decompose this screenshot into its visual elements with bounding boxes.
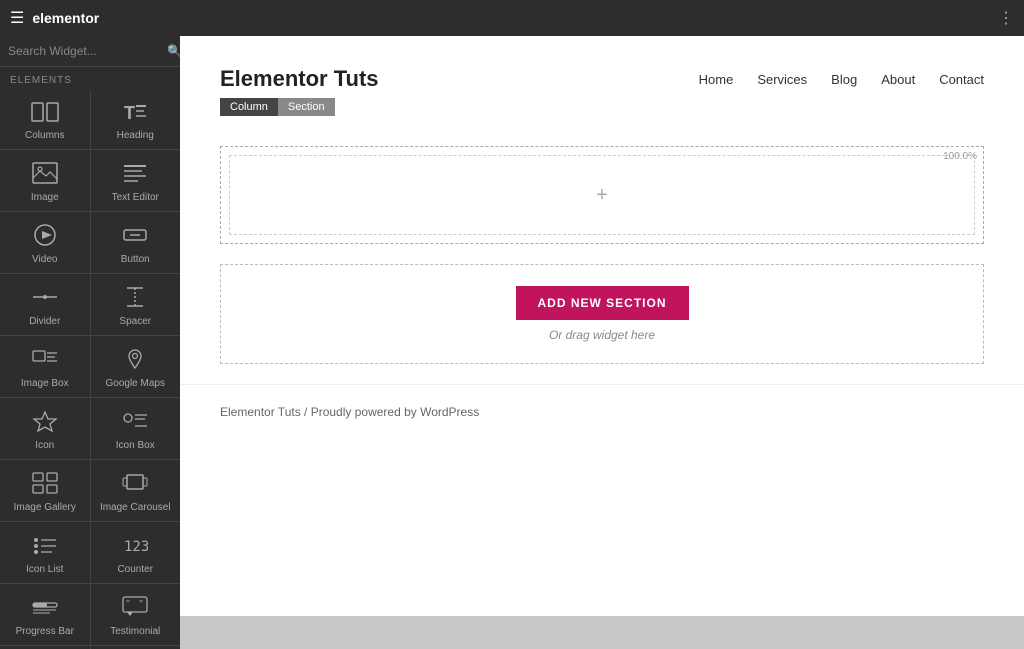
icon-box-label: Icon Box	[116, 440, 155, 451]
widget-columns[interactable]: Columns	[0, 90, 90, 149]
widget-image[interactable]: Image	[0, 150, 90, 211]
icon-list-icon	[32, 534, 58, 560]
column-tab[interactable]: Column	[220, 98, 278, 116]
icon-box-icon	[122, 410, 148, 436]
section-tab[interactable]: Section	[278, 98, 335, 116]
spacer-icon	[122, 286, 148, 312]
google-maps-label: Google Maps	[106, 378, 165, 389]
top-bar-left: ☰ elementor	[10, 8, 99, 28]
icon-list-label: Icon List	[26, 564, 63, 575]
divider-label: Divider	[29, 316, 60, 327]
image-gallery-icon	[32, 472, 58, 498]
add-section-area: ADD NEW SECTION Or drag widget here	[220, 264, 984, 364]
widget-heading[interactable]: T Heading	[91, 90, 181, 149]
counter-icon: 123	[122, 534, 148, 560]
nav-services[interactable]: Services	[757, 72, 807, 87]
button-icon	[122, 224, 148, 250]
widget-image-carousel[interactable]: Image Carousel	[91, 460, 181, 521]
widget-icon-list[interactable]: Icon List	[0, 522, 90, 583]
elementor-logo: elementor	[32, 10, 99, 26]
add-widget-icon[interactable]: +	[596, 184, 608, 207]
icon-label: Icon	[35, 440, 54, 451]
nav-blog[interactable]: Blog	[831, 72, 857, 87]
add-new-section-button[interactable]: ADD NEW SECTION	[516, 286, 689, 320]
widget-image-box[interactable]: Image Box	[0, 336, 90, 397]
elements-label: ELEMENTS	[0, 67, 180, 90]
image-icon	[32, 162, 58, 188]
hamburger-icon[interactable]: ☰	[10, 8, 24, 28]
widget-text-editor[interactable]: Text Editor	[91, 150, 181, 211]
button-label: Button	[121, 254, 150, 265]
progress-bar-label: Progress Bar	[16, 626, 74, 637]
image-carousel-label: Image Carousel	[100, 502, 171, 513]
video-label: Video	[32, 254, 57, 265]
widget-google-maps[interactable]: Google Maps	[91, 336, 181, 397]
canvas-area: Elementor Tuts Home Services Blog About …	[180, 36, 1024, 649]
widget-divider[interactable]: Divider	[0, 274, 90, 335]
widget-counter[interactable]: 123 Counter	[91, 522, 181, 583]
widget-progress-bar[interactable]: Progress Bar	[0, 584, 90, 645]
widget-icon[interactable]: Icon	[0, 398, 90, 459]
site-footer: Elementor Tuts / Proudly powered by Word…	[180, 384, 1024, 439]
nav-about[interactable]: About	[881, 72, 915, 87]
widget-video[interactable]: Video	[0, 212, 90, 273]
preview-page: Elementor Tuts Home Services Blog About …	[180, 36, 1024, 616]
widget-button[interactable]: Button	[91, 212, 181, 273]
columns-label: Columns	[25, 130, 64, 141]
video-icon	[32, 224, 58, 250]
columns-icon	[31, 102, 59, 126]
sidebar: 🔍 ELEMENTS Columns T Heading	[0, 36, 180, 649]
widget-icon-box[interactable]: Icon Box	[91, 398, 181, 459]
image-box-icon	[32, 348, 58, 374]
svg-text:123: 123	[124, 539, 148, 555]
google-maps-icon	[122, 348, 148, 374]
footer-text: Elementor Tuts / Proudly powered by Word…	[220, 405, 479, 419]
section-container: 100.0% +	[220, 146, 984, 244]
top-bar: ☰ elementor ⋮	[0, 0, 1024, 36]
testimonial-label: Testimonial	[110, 626, 160, 637]
widgets-grid: Columns T Heading Image Tex	[0, 90, 180, 649]
testimonial-icon: ""	[122, 596, 148, 622]
heading-icon: T	[122, 102, 148, 126]
image-label: Image	[31, 192, 59, 203]
widget-testimonial[interactable]: "" Testimonial	[91, 584, 181, 645]
section-tab-bar: Column Section	[220, 98, 335, 116]
site-nav: Home Services Blog About Contact	[699, 72, 984, 87]
search-icon: 🔍	[167, 44, 180, 58]
image-gallery-label: Image Gallery	[14, 502, 76, 513]
main-layout: 🔍 ELEMENTS Columns T Heading	[0, 36, 1024, 649]
widget-image-gallery[interactable]: Image Gallery	[0, 460, 90, 521]
drag-widget-text: Or drag widget here	[549, 328, 655, 342]
nav-home[interactable]: Home	[699, 72, 734, 87]
nav-contact[interactable]: Contact	[939, 72, 984, 87]
search-input[interactable]	[8, 44, 163, 58]
spacer-label: Spacer	[119, 316, 151, 327]
image-carousel-icon	[122, 472, 148, 498]
text-editor-label: Text Editor	[112, 192, 159, 203]
text-editor-icon	[122, 162, 148, 188]
svg-text:": "	[126, 599, 130, 610]
widget-spacer[interactable]: Spacer	[91, 274, 181, 335]
divider-icon	[32, 286, 58, 312]
image-box-label: Image Box	[21, 378, 69, 389]
svg-text:T: T	[124, 103, 135, 122]
progress-bar-icon	[32, 596, 58, 622]
counter-label: Counter	[117, 564, 153, 575]
editable-section-wrapper: Column Section 100.0% +	[220, 122, 984, 244]
icon-widget-icon	[32, 410, 58, 436]
column-content[interactable]: +	[229, 155, 975, 235]
svg-text:": "	[139, 599, 143, 610]
heading-label: Heading	[117, 130, 154, 141]
section-percentage: 100.0%	[943, 151, 977, 162]
search-bar: 🔍	[0, 36, 180, 67]
site-title: Elementor Tuts	[220, 66, 379, 92]
grid-icon[interactable]: ⋮	[998, 8, 1014, 28]
